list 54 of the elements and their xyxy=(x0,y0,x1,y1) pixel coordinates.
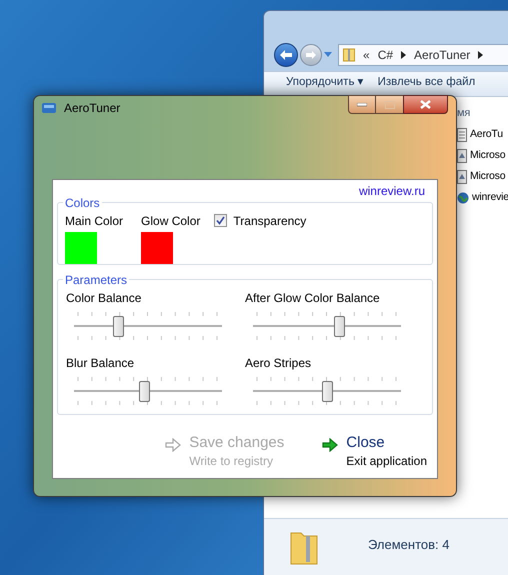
breadcrumb[interactable]: C# xyxy=(378,46,394,64)
website-link[interactable]: winreview.ru xyxy=(358,182,425,200)
swatch-label: Glow Color xyxy=(141,213,200,229)
checkmark-icon xyxy=(216,216,226,225)
document-icon xyxy=(457,128,467,142)
color-swatch[interactable] xyxy=(65,232,97,264)
color-swatch[interactable] xyxy=(141,232,174,264)
maximize-icon xyxy=(384,100,394,108)
slider-thumb[interactable] xyxy=(138,381,150,402)
window-title: AeroTuner xyxy=(64,100,120,117)
globe-icon xyxy=(457,192,469,204)
swatch-label: Main Color xyxy=(65,213,124,229)
minimize-button[interactable] xyxy=(348,95,376,114)
overflow-chevron[interactable]: « xyxy=(363,46,370,64)
transparency-checkbox[interactable] xyxy=(214,214,228,227)
slider-label: Color Balance xyxy=(66,290,142,306)
app-icon xyxy=(42,102,56,114)
slider-label: Aero Stripes xyxy=(245,355,312,371)
breadcrumb-separator-icon xyxy=(478,51,484,59)
file-name[interactable]: AeroTu xyxy=(470,126,503,142)
forward-arrow-icon xyxy=(305,50,317,60)
arrow-icon xyxy=(165,438,182,452)
column-header[interactable]: мя xyxy=(457,105,508,122)
arrow-icon xyxy=(322,438,338,452)
command-title: Close xyxy=(346,433,386,453)
dropdown-caret-icon xyxy=(324,52,332,58)
toolbar-button[interactable]: Извлечь все файл xyxy=(378,75,476,89)
slider-thumb[interactable] xyxy=(334,316,346,337)
slider-thumb[interactable] xyxy=(112,316,124,337)
breadcrumb-separator-icon xyxy=(401,51,406,59)
file-name[interactable]: Microso xyxy=(470,168,506,184)
maximize-button[interactable] xyxy=(376,95,403,114)
close-icon xyxy=(420,100,431,109)
file-name[interactable]: winrevie xyxy=(472,190,508,206)
command-link[interactable]: Close Exit application xyxy=(322,433,427,469)
breadcrumb[interactable]: AeroTuner xyxy=(414,46,470,64)
toolbar-button[interactable]: Упорядочить ▾ xyxy=(286,75,364,89)
slider-thumb[interactable] xyxy=(322,381,333,402)
back-button[interactable] xyxy=(274,43,298,67)
back-arrow-icon xyxy=(279,49,293,61)
slider-label: Blur Balance xyxy=(66,355,136,371)
zip-folder-icon xyxy=(343,48,355,62)
close-button[interactable] xyxy=(403,95,448,114)
installer-icon xyxy=(457,148,467,162)
file-name[interactable]: Microso xyxy=(470,148,506,164)
checkbox-label: Transparency xyxy=(233,213,306,229)
minimize-icon xyxy=(357,102,367,106)
command-title: Save changes xyxy=(189,433,284,453)
address-bar[interactable]: « C# AeroTuner xyxy=(338,44,508,66)
installer-icon xyxy=(457,170,467,184)
slider-label: After Glow Color Balance xyxy=(245,290,381,306)
item-count: Элементов: 4 xyxy=(368,536,450,554)
command-subtitle: Write to registry xyxy=(189,453,274,469)
command-subtitle: Exit application xyxy=(346,453,427,469)
